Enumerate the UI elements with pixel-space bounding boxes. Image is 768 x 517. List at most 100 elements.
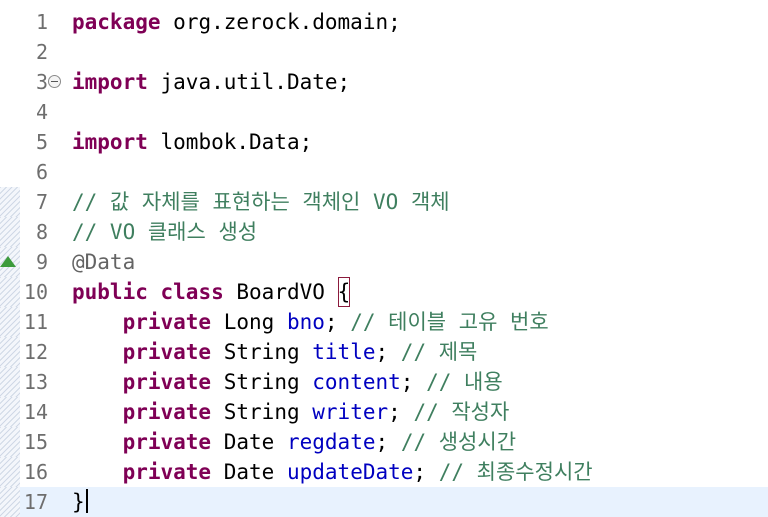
comment-token: // VO 클래스 생성	[72, 220, 258, 244]
code-token: ;	[413, 460, 427, 484]
field-name-token: title	[312, 340, 376, 364]
code-token: String	[223, 370, 300, 394]
code-line[interactable]: 7 // 값 자체를 표현하는 객체인 VO 객체	[0, 187, 768, 217]
keyword-token: private	[122, 400, 212, 424]
code-line[interactable]: 16 private Date updateDate; // 최종수정시간	[0, 457, 768, 487]
code-line[interactable]: 12 private String title; // 제목	[0, 337, 768, 367]
code-text: private String title; // 제목	[72, 337, 478, 367]
keyword-token: private	[122, 460, 212, 484]
code-line[interactable]: 5 import lombok.Data;	[0, 127, 768, 157]
code-token: ;	[375, 340, 389, 364]
code-line[interactable]: 8 // VO 클래스 생성	[0, 217, 768, 247]
keyword-token: private	[122, 370, 212, 394]
code-text: import lombok.Data;	[72, 127, 312, 157]
line-number: 4	[35, 100, 48, 124]
overview-ruler-segment	[0, 487, 20, 517]
keyword-token: private	[122, 430, 212, 454]
overview-ruler-segment	[0, 157, 20, 187]
field-name-token: writer	[312, 400, 389, 424]
text-caret	[85, 489, 88, 513]
code-line[interactable]: 10 public class BoardVO {	[0, 277, 768, 307]
code-text: private String writer; // 작성자	[72, 397, 510, 427]
line-number: 7	[35, 190, 48, 214]
code-token: lombok.Data;	[160, 130, 313, 154]
overview-ruler-segment	[0, 7, 20, 37]
overview-ruler-segment	[0, 217, 20, 247]
code-text: public class BoardVO {	[72, 277, 351, 307]
code-line[interactable]: 9 @Data	[0, 247, 768, 277]
overview-ruler-segment	[0, 127, 20, 157]
overview-ruler-segment	[0, 367, 20, 397]
code-token: org.zerock.domain;	[173, 10, 401, 34]
keyword-token: class	[160, 280, 224, 304]
field-name-token: regdate	[286, 430, 376, 454]
annotation-token: @Data	[72, 250, 136, 274]
code-token: ;	[400, 370, 414, 394]
field-name-token: updateDate	[286, 460, 414, 484]
line-number: 15	[23, 430, 48, 454]
overview-ruler-segment	[0, 187, 20, 217]
code-text: // VO 클래스 생성	[72, 217, 257, 247]
code-line[interactable]: 3 import java.util.Date;	[0, 67, 768, 97]
line-number: 16	[23, 460, 48, 484]
code-text: private Long bno; // 테이블 고유 번호	[72, 307, 549, 337]
overview-ruler-segment	[0, 337, 20, 367]
code-token: ;	[375, 430, 389, 454]
line-number: 1	[35, 10, 48, 34]
overview-ruler-segment	[0, 277, 20, 307]
line-number: 17	[23, 490, 48, 514]
line-number: 2	[35, 40, 48, 64]
line-number: 5	[35, 130, 48, 154]
code-text: }	[72, 487, 88, 517]
keyword-token: public	[72, 280, 148, 304]
collapse-fold-icon[interactable]	[48, 75, 61, 88]
code-line[interactable]: 4	[0, 97, 768, 127]
comment-token: // 최종수정시간	[438, 460, 593, 484]
matching-brace: {	[337, 277, 351, 307]
code-editor[interactable]: 1 package org.zerock.domain; 2 3 import java…	[0, 0, 768, 517]
keyword-token: private	[122, 340, 212, 364]
code-line[interactable]: 2	[0, 37, 768, 67]
code-token: Date	[223, 460, 275, 484]
comment-token: // 내용	[426, 370, 503, 394]
code-line[interactable]: 14 private String writer; // 작성자	[0, 397, 768, 427]
line-number: 8	[35, 220, 48, 244]
keyword-token: private	[122, 310, 212, 334]
code-line[interactable]: 15 private Date regdate; // 생성시간	[0, 427, 768, 457]
code-text: @Data	[72, 247, 135, 277]
code-token: BoardVO	[236, 280, 325, 304]
comment-token: // 제목	[400, 340, 478, 364]
overview-ruler-segment	[0, 457, 20, 487]
comment-token: // 작성자	[413, 400, 510, 424]
code-line[interactable]: 11 private Long bno; // 테이블 고유 번호	[0, 307, 768, 337]
overview-ruler-segment	[0, 97, 20, 127]
code-line[interactable]: 13 private String content; // 내용	[0, 367, 768, 397]
keyword-token: import	[72, 130, 148, 154]
line-number: 12	[23, 340, 48, 364]
field-name-token: content	[312, 370, 401, 394]
code-line[interactable]: 1 package org.zerock.domain;	[0, 7, 768, 37]
code-token: Long	[223, 310, 275, 334]
field-name-token: bno	[286, 310, 325, 334]
line-number: 3	[35, 70, 48, 94]
line-number: 6	[35, 160, 48, 184]
line-number: 14	[23, 400, 48, 424]
code-line[interactable]: 6	[0, 157, 768, 187]
code-line[interactable]: 17}	[0, 487, 768, 517]
keyword-token: package	[72, 10, 161, 34]
comment-token: // 값 자체를 표현하는 객체인 VO 객체	[72, 190, 450, 214]
code-token: Date	[223, 430, 275, 454]
code-text: private Date updateDate; // 최종수정시간	[72, 457, 593, 487]
overview-ruler-segment	[0, 67, 20, 97]
override-marker-icon[interactable]	[0, 256, 16, 267]
overview-ruler-segment	[0, 307, 20, 337]
overview-ruler-segment	[0, 37, 20, 67]
line-number: 11	[23, 310, 48, 334]
code-token: String	[223, 400, 300, 424]
code-token: java.util.Date;	[160, 70, 351, 94]
